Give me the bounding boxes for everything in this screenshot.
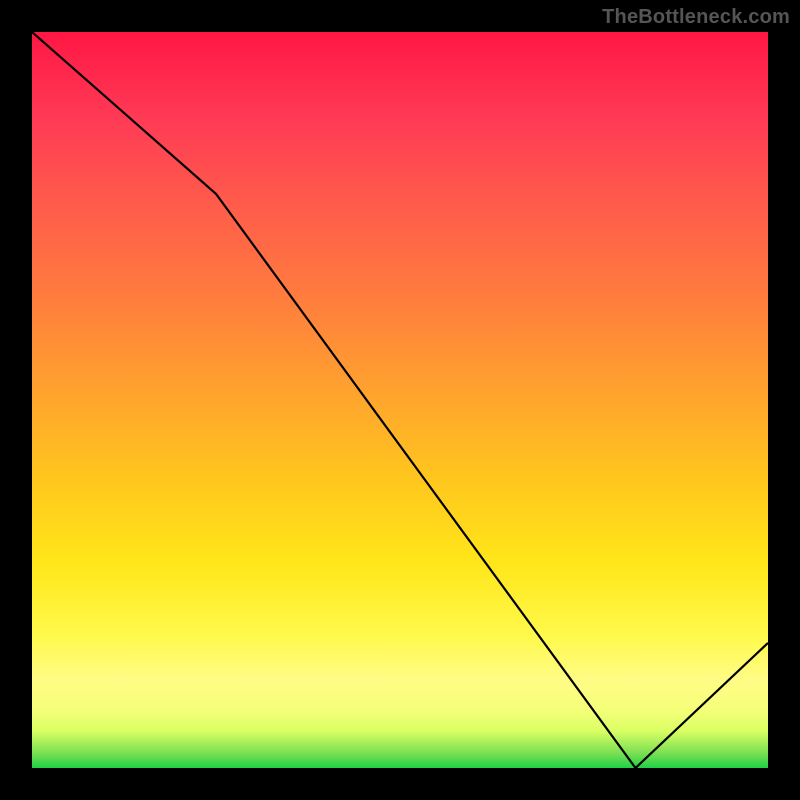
heat-gradient-background [32, 32, 768, 768]
chart-container: TheBottleneck.com [0, 0, 800, 800]
chart-plot-area [32, 32, 768, 768]
watermark-text: TheBottleneck.com [602, 6, 790, 29]
